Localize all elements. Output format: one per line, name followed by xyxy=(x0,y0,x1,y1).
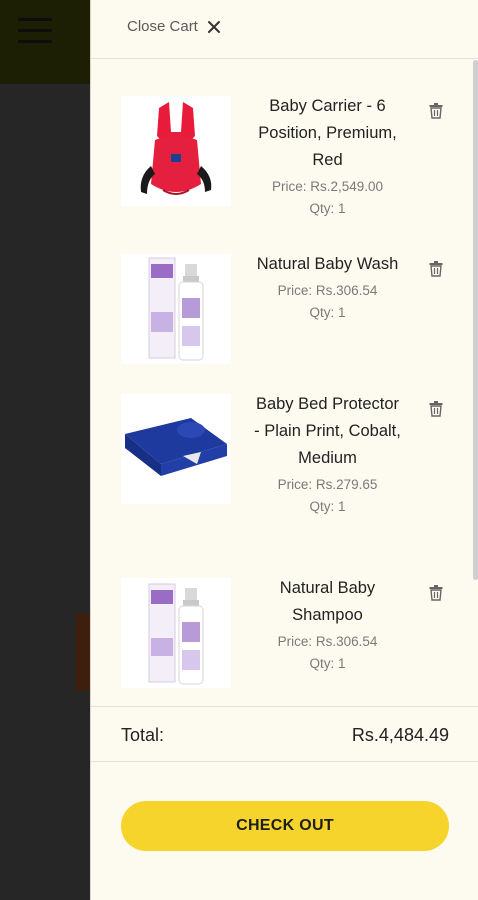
checkout-button[interactable]: CHECK OUT xyxy=(121,801,449,851)
product-image xyxy=(121,254,231,364)
delete-icon[interactable] xyxy=(429,103,443,119)
close-icon xyxy=(207,20,220,33)
cobalt-bed-protector-icon xyxy=(125,418,227,476)
hamburger-menu-icon[interactable] xyxy=(18,18,52,46)
item-name: Natural Baby Wash xyxy=(256,255,399,273)
delete-icon[interactable] xyxy=(429,401,443,417)
item-name: Baby Bed Protector - Plain Print, Cobalt… xyxy=(254,395,401,467)
item-info: Baby Bed Protector - Plain Print, Cobalt… xyxy=(251,391,404,518)
total-value: Rs.4,484.49 xyxy=(351,725,449,745)
item-price: Price: Rs.2,549.00 xyxy=(271,179,384,194)
product-image xyxy=(121,96,231,206)
baby-wash-bottle-icon xyxy=(148,257,204,361)
cart-scrollbar[interactable] xyxy=(473,60,478,580)
item-price: Price: Rs.306.54 xyxy=(277,634,378,649)
item-price: Price: Rs.279.65 xyxy=(277,477,378,492)
page-backdrop[interactable] xyxy=(0,0,90,900)
red-baby-carrier-icon xyxy=(140,102,212,195)
item-info: Natural Baby Shampoo Price: Rs.306.54 Qt… xyxy=(251,575,404,675)
close-cart-button[interactable]: Close Cart xyxy=(127,18,221,35)
item-qty: Qty: 1 xyxy=(309,656,346,671)
page-header xyxy=(0,0,90,84)
cart-drawer: Close Cart Baby Carrier - 6 Position, Pr… xyxy=(90,0,478,900)
cart-header: Close Cart xyxy=(91,0,478,59)
item-name: Natural Baby Shampoo xyxy=(279,579,376,624)
product-image xyxy=(121,578,231,688)
item-qty: Qty: 1 xyxy=(309,305,346,320)
cart-items-list[interactable]: Baby Carrier - 6 Position, Premium, Red … xyxy=(91,59,473,705)
delete-icon[interactable] xyxy=(429,261,443,277)
close-cart-label: Close Cart xyxy=(127,18,198,35)
baby-shampoo-bottle-icon xyxy=(148,583,204,685)
cart-total-row: Total: Rs.4,484.49 xyxy=(91,706,478,762)
item-qty: Qty: 1 xyxy=(309,201,346,216)
page-banner-edge xyxy=(76,613,90,691)
delete-icon[interactable] xyxy=(429,585,443,601)
item-info: Natural Baby Wash Price: Rs.306.54 Qty: … xyxy=(251,251,404,324)
item-price: Price: Rs.306.54 xyxy=(277,283,378,298)
product-image xyxy=(121,394,231,504)
item-name: Baby Carrier - 6 Position, Premium, Red xyxy=(258,97,397,169)
item-qty: Qty: 1 xyxy=(309,499,346,514)
item-info: Baby Carrier - 6 Position, Premium, Red … xyxy=(251,93,404,220)
total-label: Total: xyxy=(121,725,165,745)
